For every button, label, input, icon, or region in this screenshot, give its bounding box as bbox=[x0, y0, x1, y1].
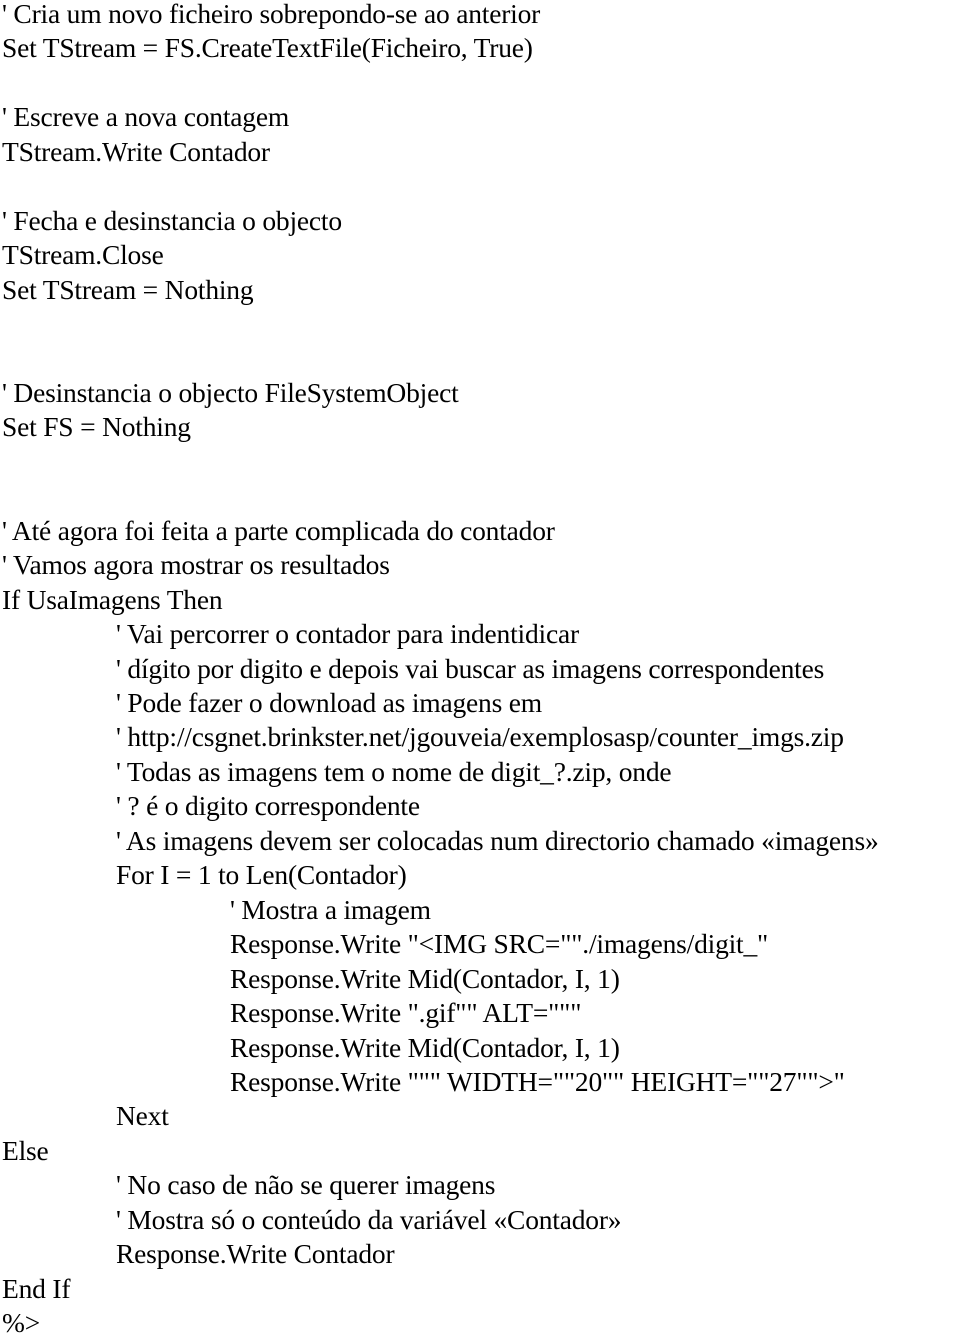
code-comment-line: ' http://csgnet.brinkster.net/jgouveia/e… bbox=[116, 721, 844, 753]
code-line: Set FS = Nothing bbox=[2, 411, 191, 443]
code-line: %> bbox=[2, 1307, 41, 1339]
code-line: Set TStream = Nothing bbox=[2, 273, 254, 305]
code-line: If UsaImagens Then bbox=[2, 583, 223, 615]
code-comment-line: ' Cria um novo ficheiro sobrepondo-se ao… bbox=[2, 0, 541, 29]
code-line: TStream.Close bbox=[2, 239, 164, 271]
code-comment-line: ' Pode fazer o download as imagens em bbox=[116, 687, 542, 718]
code-line: Response.Write Mid(Contador, I, 1) bbox=[230, 962, 620, 994]
code-comment-line: ' dígito por digito e depois vai buscar … bbox=[116, 652, 825, 684]
code-line: End If bbox=[2, 1272, 71, 1304]
code-comment-line: ' Vamos agora mostrar os resultados bbox=[2, 549, 390, 581]
code-line: Response.Write Contador bbox=[116, 1238, 395, 1270]
code-comment-line: ' Escreve a nova contagem bbox=[2, 101, 290, 133]
code-line: Next bbox=[116, 1100, 169, 1132]
code-line: For I = 1 to Len(Contador) bbox=[116, 859, 407, 891]
code-line: Response.Write "<IMG SRC=""./imagens/dig… bbox=[230, 928, 769, 960]
code-comment-line: ' Vai percorrer o contador para indentid… bbox=[116, 618, 579, 650]
code-line: Response.Write ".gif"" ALT=""" bbox=[230, 997, 582, 1029]
code-comment-line: ' Mostra a imagem bbox=[230, 893, 431, 925]
code-comment-line: ' Até agora foi feita a parte complicada… bbox=[2, 514, 555, 546]
code-line: Response.Write Mid(Contador, I, 1) bbox=[230, 1031, 620, 1063]
code-line: Set TStream = FS.CreateTextFile(Ficheiro… bbox=[2, 32, 533, 64]
code-comment-line: ' Desinstancia o objecto FileSystemObjec… bbox=[2, 376, 459, 408]
code-line: Else bbox=[2, 1134, 49, 1166]
code-comment-line: ' No caso de não se querer imagens bbox=[116, 1169, 496, 1201]
code-comment-line: ' Fecha e desinstancia o objecto bbox=[2, 204, 342, 236]
code-comment-line: ' Todas as imagens tem o nome de digit_?… bbox=[116, 755, 672, 787]
code-comment-line: ' Mostra só o conteúdo da variável «Cont… bbox=[116, 1203, 622, 1235]
code-comment-line: ' As imagens devem ser colocadas num dir… bbox=[116, 824, 879, 856]
code-comment-line: ' ? é o digito correspondente bbox=[116, 790, 420, 822]
code-line: Response.Write """ WIDTH=""20"" HEIGHT="… bbox=[230, 1065, 845, 1097]
code-line: TStream.Write Contador bbox=[2, 135, 270, 167]
